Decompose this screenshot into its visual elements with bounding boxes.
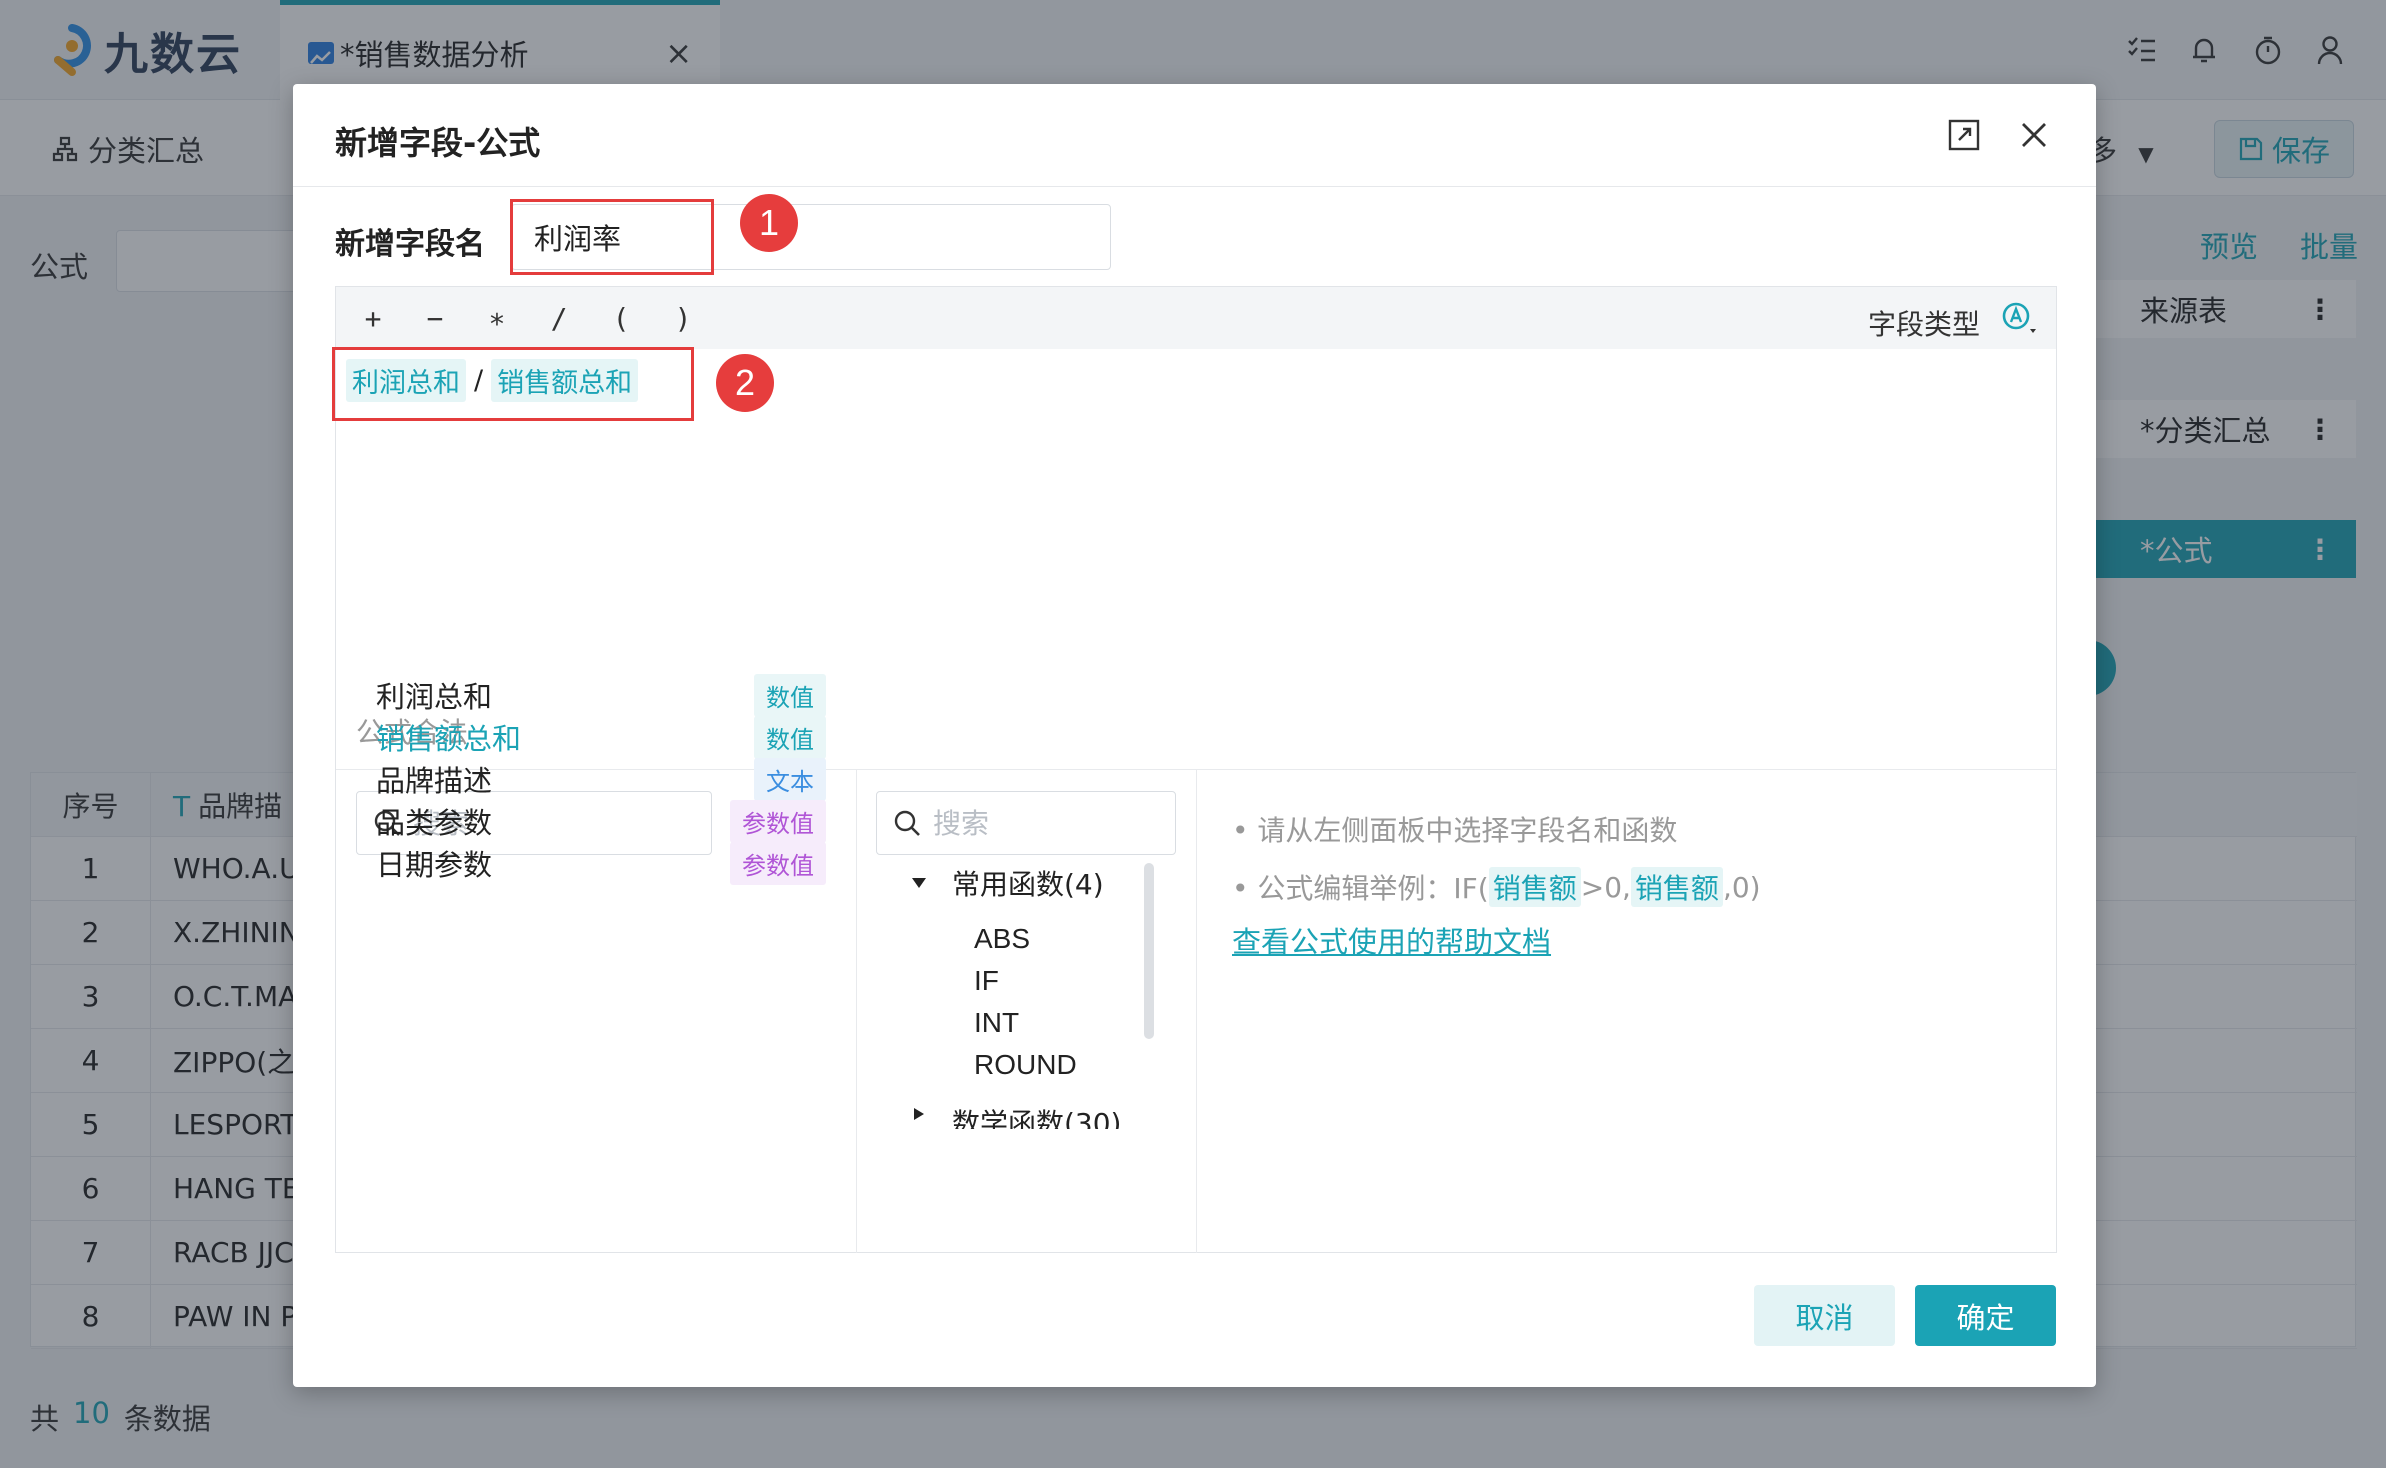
hint-formula-example: • 公式编辑举例：IF( 销售额 >0, 销售额 ,0)	[1232, 867, 1761, 907]
function-group-math[interactable]: 数学函数(30)	[910, 1099, 1121, 1129]
field-item-name: 利润总和	[376, 680, 493, 714]
confirm-button[interactable]: 确定	[1915, 1285, 2056, 1346]
hint-text: • 公式编辑举例：IF(	[1232, 872, 1489, 905]
function-list-scrollbar[interactable]	[1144, 863, 1154, 1039]
op-right-paren-button[interactable]: )	[662, 295, 704, 341]
function-item-round[interactable]: ROUND	[974, 1049, 1077, 1081]
function-item-abs[interactable]: ABS	[974, 923, 1030, 955]
hint-text: >0,	[1580, 870, 1631, 904]
search-icon	[894, 810, 920, 836]
function-item-if[interactable]: IF	[974, 965, 999, 997]
field-name-input[interactable]	[511, 204, 1111, 270]
operator-bar	[336, 287, 2056, 349]
op-minus-button[interactable]: −	[414, 295, 456, 341]
hint-token: 销售额	[1630, 867, 1723, 907]
field-type-tag: 数值	[754, 715, 826, 759]
field-type-tag: 数值	[754, 673, 826, 717]
hint-token: 销售额	[1488, 867, 1581, 907]
function-item-int[interactable]: INT	[974, 1007, 1019, 1039]
caret-down-icon	[912, 878, 926, 888]
panel-divider	[1196, 770, 1197, 1253]
field-item-date-param[interactable]: 日期参数 参数值	[376, 838, 826, 888]
field-type-tag: 参数值	[730, 799, 826, 843]
function-group-label: 常用函数(4)	[952, 868, 1104, 901]
field-type-label: 字段类型	[1868, 308, 1981, 341]
field-type-tag: 文本	[754, 757, 826, 801]
hint-select-fields: • 请从左侧面板中选择字段名和函数	[1232, 814, 1678, 847]
panel-divider	[856, 770, 857, 1253]
formula-token[interactable]: 利润总和	[346, 358, 466, 402]
op-plus-button[interactable]: +	[352, 295, 394, 341]
field-type-text-icon[interactable]	[2000, 301, 2038, 337]
formula-operator: /	[474, 364, 484, 396]
function-group-label: 数学函数(30)	[952, 1107, 1122, 1129]
field-name-label: 新增字段名	[335, 227, 485, 262]
dialog-divider	[293, 186, 2096, 187]
step-badge-1: 1	[740, 194, 798, 252]
field-item-name: 销售额总和	[376, 722, 522, 756]
field-type-tag: 参数值	[730, 841, 826, 885]
close-icon[interactable]	[2015, 116, 2053, 154]
caret-right-icon	[914, 1108, 924, 1120]
field-item-name: 品类参数	[376, 806, 493, 840]
add-field-formula-dialog: 新增字段-公式 新增字段名 1 + − ∗ / ( ) 字段类型 利润总和 / …	[293, 84, 2096, 1387]
formula-token[interactable]: 销售额总和	[491, 358, 639, 402]
help-doc-link[interactable]: 查看公式使用的帮助文档	[1232, 919, 1551, 961]
dialog-title: 新增字段-公式	[335, 124, 541, 162]
function-search-input[interactable]	[933, 806, 1133, 840]
op-multiply-button[interactable]: ∗	[476, 295, 518, 341]
field-item-name: 日期参数	[376, 848, 493, 882]
formula-expression[interactable]: 利润总和 / 销售额总和	[346, 357, 639, 403]
field-item-name: 品牌描述	[376, 764, 493, 798]
step-badge-2: 2	[716, 354, 774, 412]
hint-text: ,0)	[1722, 870, 1761, 904]
function-search-box[interactable]	[876, 791, 1176, 855]
formula-editor: + − ∗ / ( ) 字段类型 利润总和 / 销售额总和 2 公式合法 全部 …	[332, 286, 2057, 1253]
op-divide-button[interactable]: /	[538, 295, 580, 341]
cancel-button[interactable]: 取消	[1754, 1285, 1895, 1346]
op-left-paren-button[interactable]: (	[600, 295, 642, 341]
maximize-icon[interactable]	[1947, 118, 1981, 152]
function-group-common[interactable]: 常用函数(4)	[910, 863, 1104, 903]
